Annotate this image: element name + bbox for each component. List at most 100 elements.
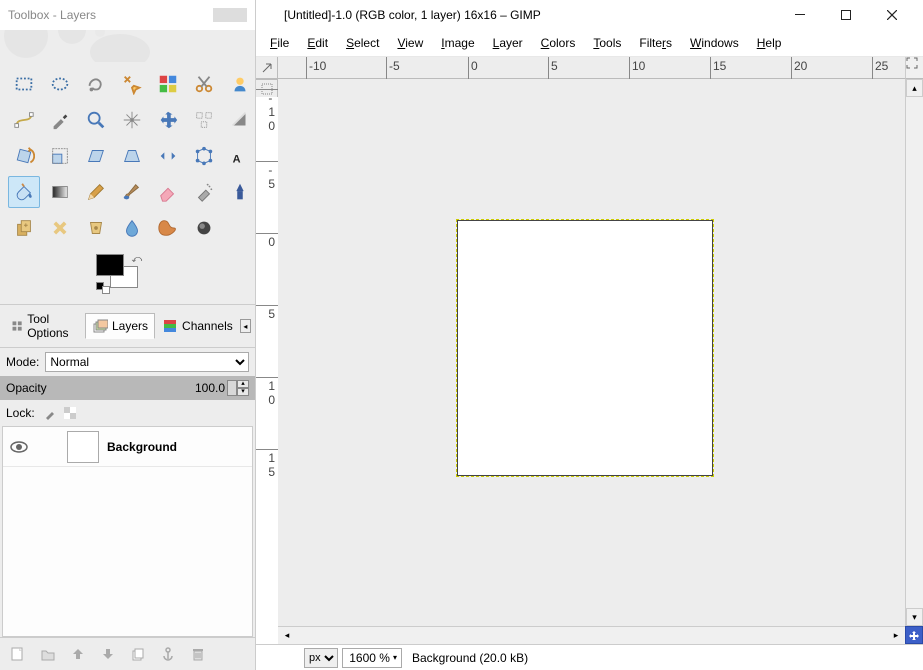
tool-perspective-clone[interactable] bbox=[80, 212, 112, 244]
delete-layer-icon[interactable] bbox=[188, 644, 208, 664]
opacity-row[interactable]: Opacity 100.0 ▴▾ bbox=[0, 376, 255, 400]
ruler-h-tick: 0 bbox=[471, 59, 478, 73]
dock-tabs: Tool Options Layers Channels ◂ bbox=[0, 304, 255, 348]
scroll-up-icon[interactable]: ▴ bbox=[906, 79, 923, 97]
tool-ink[interactable] bbox=[224, 176, 256, 208]
tool-perspective[interactable] bbox=[116, 140, 148, 172]
tool-zoom[interactable] bbox=[80, 104, 112, 136]
menu-help[interactable]: Help bbox=[749, 32, 790, 54]
canvas-viewport[interactable] bbox=[278, 79, 905, 626]
hscroll-track[interactable] bbox=[296, 627, 887, 644]
menu-windows[interactable]: Windows bbox=[682, 32, 747, 54]
layer-visibility-icon[interactable] bbox=[3, 441, 35, 453]
tool-blend[interactable] bbox=[44, 176, 76, 208]
opacity-spinner[interactable]: ▴▾ bbox=[237, 380, 249, 396]
menu-view[interactable]: View bbox=[389, 32, 431, 54]
mode-select[interactable]: Normal bbox=[45, 352, 249, 372]
layers-button-bar bbox=[0, 637, 255, 670]
close-button[interactable] bbox=[869, 0, 915, 30]
menu-edit[interactable]: Edit bbox=[299, 32, 336, 54]
tool-paths[interactable] bbox=[8, 104, 40, 136]
menu-colors[interactable]: Colors bbox=[533, 32, 584, 54]
tool-rotate[interactable] bbox=[8, 140, 40, 172]
horizontal-scrollbar[interactable]: ◂ ▸ bbox=[278, 626, 905, 644]
tool-scissors[interactable] bbox=[188, 68, 220, 100]
layer-name[interactable]: Background bbox=[107, 440, 177, 454]
opacity-slider-handle[interactable] bbox=[227, 380, 237, 396]
menu-filters[interactable]: Filters bbox=[631, 32, 680, 54]
scroll-down-icon[interactable]: ▾ bbox=[906, 608, 923, 626]
layer-thumbnail[interactable] bbox=[67, 431, 99, 463]
tool-cage[interactable] bbox=[188, 140, 220, 172]
tool-shear[interactable] bbox=[80, 140, 112, 172]
tool-paintbrush[interactable] bbox=[116, 176, 148, 208]
tab-tool-options[interactable]: Tool Options bbox=[4, 307, 85, 345]
tool-clone[interactable] bbox=[8, 212, 40, 244]
duplicate-layer-icon[interactable] bbox=[128, 644, 148, 664]
image-titlebar[interactable]: [Untitled]-1.0 (RGB color, 1 layer) 16x1… bbox=[256, 0, 923, 30]
tool-scale[interactable] bbox=[44, 140, 76, 172]
scroll-left-icon[interactable]: ◂ bbox=[278, 627, 296, 644]
maximize-button[interactable] bbox=[823, 0, 869, 30]
tool-free-select[interactable] bbox=[80, 68, 112, 100]
horizontal-ruler[interactable]: -10-50510152025 bbox=[278, 57, 905, 79]
menu-image[interactable]: Image bbox=[433, 32, 482, 54]
tab-menu-button[interactable]: ◂ bbox=[240, 319, 251, 333]
lower-layer-icon[interactable] bbox=[98, 644, 118, 664]
opacity-label: Opacity bbox=[6, 381, 195, 395]
raise-layer-icon[interactable] bbox=[68, 644, 88, 664]
tab-channels[interactable]: Channels bbox=[155, 313, 240, 339]
navigation-preview-button[interactable] bbox=[905, 626, 923, 644]
tool-rect-select[interactable] bbox=[8, 68, 40, 100]
tool-flip[interactable] bbox=[152, 140, 184, 172]
toolbox-titlebar[interactable]: Toolbox - Layers bbox=[0, 0, 255, 30]
menu-layer[interactable]: Layer bbox=[485, 32, 531, 54]
tool-blur[interactable] bbox=[116, 212, 148, 244]
color-swatches: ⤺ bbox=[0, 248, 255, 304]
zoom-field[interactable]: 1600 % ▾ bbox=[342, 648, 402, 668]
swap-colors-icon[interactable]: ⤺ bbox=[132, 254, 143, 265]
tool-eraser[interactable] bbox=[152, 176, 184, 208]
tool-dodge[interactable] bbox=[188, 212, 220, 244]
lock-alpha-icon[interactable] bbox=[61, 404, 79, 422]
vscroll-track[interactable] bbox=[906, 97, 923, 608]
default-colors-icon-bg bbox=[102, 286, 110, 294]
tool-bucket-fill[interactable] bbox=[8, 176, 40, 208]
tool-pencil[interactable] bbox=[80, 176, 112, 208]
tool-crop[interactable] bbox=[224, 104, 256, 136]
tool-by-color-select[interactable] bbox=[152, 68, 184, 100]
layers-list: Background bbox=[2, 426, 253, 637]
ruler-origin-toggle[interactable] bbox=[256, 57, 278, 79]
unit-select[interactable]: px bbox=[304, 648, 338, 668]
foreground-color[interactable] bbox=[96, 254, 124, 276]
tool-align[interactable] bbox=[188, 104, 220, 136]
tool-measure[interactable] bbox=[116, 104, 148, 136]
toolbox-window: Toolbox - Layers A bbox=[0, 0, 256, 670]
tool-heal[interactable] bbox=[44, 212, 76, 244]
image-title: [Untitled]-1.0 (RGB color, 1 layer) 16x1… bbox=[264, 8, 777, 22]
tool-text[interactable]: A bbox=[224, 140, 256, 172]
menu-tools[interactable]: Tools bbox=[585, 32, 629, 54]
tool-airbrush[interactable] bbox=[188, 176, 220, 208]
tool-move[interactable] bbox=[152, 104, 184, 136]
vertical-scrollbar[interactable]: ▴ ▾ bbox=[905, 79, 923, 626]
lock-pixels-icon[interactable] bbox=[41, 404, 59, 422]
menu-file[interactable]: File bbox=[262, 32, 297, 54]
tool-color-picker[interactable] bbox=[44, 104, 76, 136]
minimize-button[interactable] bbox=[777, 0, 823, 30]
new-layer-icon[interactable] bbox=[8, 644, 28, 664]
new-layer-group-icon[interactable] bbox=[38, 644, 58, 664]
menu-select[interactable]: Select bbox=[338, 32, 387, 54]
anchor-layer-icon[interactable] bbox=[158, 644, 178, 664]
zoom-fit-button[interactable] bbox=[905, 57, 923, 79]
ruler-h-tick: 5 bbox=[551, 59, 558, 73]
tool-ellipse-select[interactable] bbox=[44, 68, 76, 100]
toolbox-drag-handle[interactable] bbox=[213, 8, 247, 22]
layer-row[interactable]: Background bbox=[3, 427, 252, 467]
scroll-right-icon[interactable]: ▸ bbox=[887, 627, 905, 644]
tab-layers[interactable]: Layers bbox=[85, 313, 155, 339]
tool-foreground-select[interactable] bbox=[224, 68, 256, 100]
canvas[interactable] bbox=[456, 219, 714, 477]
tool-fuzzy-select[interactable] bbox=[116, 68, 148, 100]
tool-smudge[interactable] bbox=[152, 212, 184, 244]
